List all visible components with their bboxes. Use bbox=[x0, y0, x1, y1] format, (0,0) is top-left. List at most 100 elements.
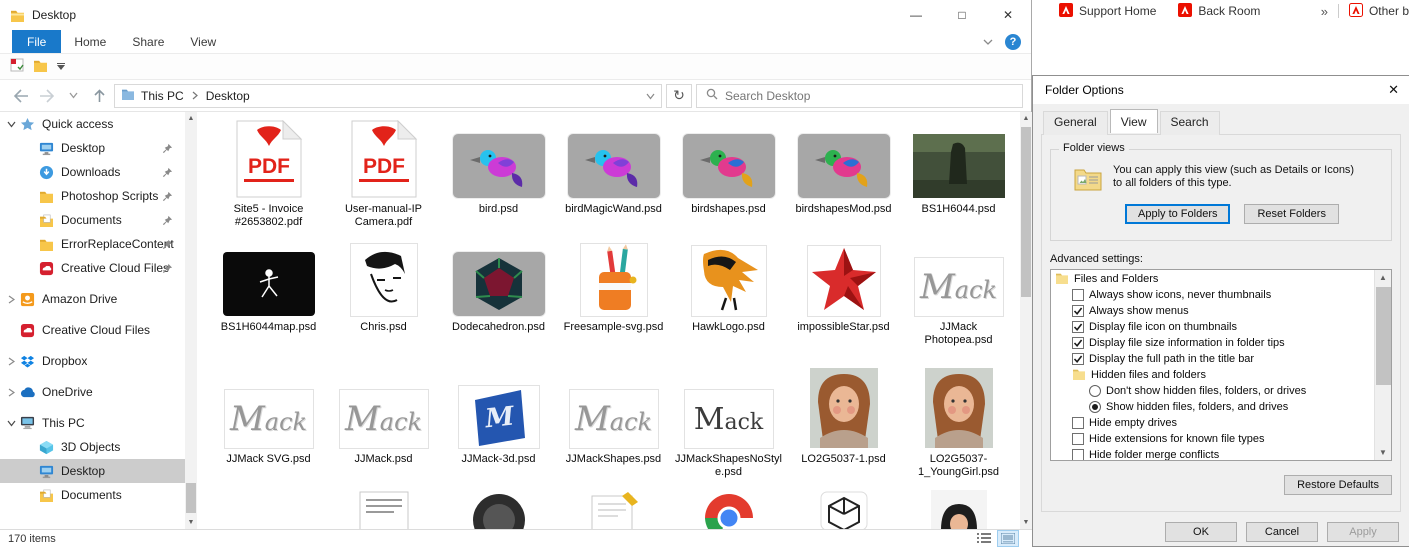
scroll-down-icon[interactable]: ▼ bbox=[1020, 516, 1032, 529]
back-icon[interactable] bbox=[10, 85, 32, 107]
dialog-close-icon[interactable]: ✕ bbox=[1388, 82, 1399, 98]
dialog-title-bar[interactable]: Folder Options ✕ bbox=[1033, 76, 1409, 104]
tree-group-hidden-files-and-folders[interactable]: Hidden files and folders bbox=[1051, 367, 1374, 383]
nav-item-errorreplacecontent[interactable]: ErrorReplaceContent bbox=[0, 232, 185, 256]
nav-item-this-pc[interactable]: This PC bbox=[0, 411, 185, 435]
tab-search[interactable]: Search bbox=[1159, 111, 1220, 135]
nav-item-creative-cloud-files[interactable]: Creative Cloud Files bbox=[0, 318, 185, 342]
file-item-jjmackshapesnostyle-psd[interactable]: Mack JJMackShapesNoStyle.psd bbox=[671, 354, 786, 484]
breadcrumb-desktop[interactable]: Desktop bbox=[206, 89, 250, 103]
file-item-birdshapes-psd[interactable]: birdshapes.psd bbox=[671, 112, 786, 229]
advanced-settings-list[interactable]: Files and Folders Always show icons, neve… bbox=[1050, 269, 1392, 461]
nav-item-photoshop-scripts[interactable]: Photoshop Scripts bbox=[0, 184, 185, 208]
nav-item-amazon-drive[interactable]: Amazon Drive bbox=[0, 287, 185, 311]
file-item-bs1h6044map-psd[interactable]: BS1H6044map.psd bbox=[211, 226, 326, 354]
file-item-birdmagicwand-psd[interactable]: birdMagicWand.psd bbox=[556, 112, 671, 229]
nav-item-quick-access[interactable]: Quick access bbox=[0, 112, 185, 136]
nav-item-downloads[interactable]: Downloads bbox=[0, 160, 185, 184]
file-item-bird-psd[interactable]: bird.psd bbox=[441, 112, 556, 229]
radio-selected[interactable] bbox=[1089, 401, 1101, 413]
file-item-jjmack-psd[interactable]: Mack JJMack.psd bbox=[326, 354, 441, 484]
maximize-button[interactable]: □ bbox=[939, 0, 985, 30]
tree-option-display-file-icon-on-thumbnails[interactable]: Display file icon on thumbnails bbox=[1051, 319, 1374, 335]
file-item-lo2g5037-1-younggirl-psd[interactable]: LO2G5037-1_YoungGirl.psd bbox=[901, 354, 1016, 484]
tab-view[interactable]: View bbox=[177, 30, 229, 53]
checkbox-unchecked[interactable] bbox=[1072, 433, 1084, 445]
bookmark-other-bookmarks[interactable]: Other b bbox=[1348, 2, 1409, 20]
close-button[interactable]: ✕ bbox=[985, 0, 1031, 30]
up-icon[interactable] bbox=[88, 85, 110, 107]
scroll-down-icon[interactable]: ▼ bbox=[185, 516, 197, 529]
help-icon[interactable]: ? bbox=[1005, 34, 1021, 50]
checkbox-checked[interactable] bbox=[1072, 305, 1084, 317]
tab-share[interactable]: Share bbox=[119, 30, 177, 53]
checkbox-checked[interactable] bbox=[1072, 321, 1084, 333]
tree-option-hide-folder-merge-conflicts[interactable]: Hide folder merge conflicts bbox=[1051, 447, 1374, 460]
checkbox-unchecked[interactable] bbox=[1072, 449, 1084, 460]
reset-folders-button[interactable]: Reset Folders bbox=[1244, 204, 1339, 224]
chevron-right-icon[interactable] bbox=[5, 295, 18, 304]
file-item-chris-psd[interactable]: Chris.psd bbox=[326, 226, 441, 354]
radio-unselected[interactable] bbox=[1089, 385, 1101, 397]
tree-option-don-t-show-hidden-files-folders-or-drives[interactable]: Don't show hidden files, folders, or dri… bbox=[1051, 383, 1374, 399]
chevron-down-icon[interactable] bbox=[5, 420, 18, 427]
file-item-bs1h6044-psd[interactable]: BS1H6044.psd bbox=[901, 112, 1016, 229]
address-dropdown-icon[interactable] bbox=[646, 89, 655, 103]
forward-icon[interactable] bbox=[36, 85, 58, 107]
file-item-partial-avatar-icon[interactable] bbox=[901, 484, 1016, 529]
minimize-button[interactable]: — bbox=[893, 0, 939, 30]
file-item-freesample-svg-psd[interactable]: Freesample-svg.psd bbox=[556, 226, 671, 354]
chevron-right-icon[interactable] bbox=[5, 388, 18, 397]
nav-item-desktop[interactable]: Desktop bbox=[0, 136, 185, 160]
nav-item-desktop[interactable]: Desktop bbox=[0, 459, 185, 483]
scroll-down-icon[interactable]: ▼ bbox=[1375, 445, 1392, 460]
files-scrollbar[interactable]: ▲ ▼ bbox=[1020, 112, 1032, 529]
file-item-partial-document-icon[interactable] bbox=[326, 484, 441, 529]
qat-customize-icon[interactable] bbox=[57, 63, 65, 70]
file-item-user-manual-ip-camera-pdf[interactable]: PDF User-manual-IP Camera.pdf bbox=[326, 112, 441, 229]
nav-item-creative-cloud-files[interactable]: Creative Cloud Files bbox=[0, 256, 185, 280]
file-item-jjmackshapes-psd[interactable]: Mack JJMackShapes.psd bbox=[556, 354, 671, 484]
qat-new-folder-icon[interactable] bbox=[33, 59, 48, 75]
tab-file[interactable]: File bbox=[12, 30, 62, 53]
file-item-lo2g5037-1-psd[interactable]: LO2G5037-1.psd bbox=[786, 354, 901, 484]
recent-locations-icon[interactable] bbox=[62, 85, 84, 107]
file-item-dodecahedron-psd[interactable]: Dodecahedron.psd bbox=[441, 226, 556, 354]
checkbox-unchecked[interactable] bbox=[1072, 417, 1084, 429]
file-item-jjmack-3d-psd[interactable]: M JJMack-3d.psd bbox=[441, 354, 556, 484]
file-item-partial-chrome-icon[interactable] bbox=[671, 484, 786, 529]
scroll-up-icon[interactable]: ▲ bbox=[1375, 270, 1392, 285]
apply-to-folders-button[interactable]: Apply to Folders bbox=[1125, 204, 1231, 224]
tree-option-hide-extensions-for-known-file-types[interactable]: Hide extensions for known file types bbox=[1051, 431, 1374, 447]
nav-scrollbar[interactable]: ▲ ▼ bbox=[185, 112, 197, 529]
nav-item-documents[interactable]: Documents bbox=[0, 483, 185, 507]
search-input[interactable]: Search Desktop bbox=[696, 83, 1023, 108]
nav-item-onedrive[interactable]: OneDrive bbox=[0, 380, 185, 404]
file-item-site5-invoice-2653802-pdf[interactable]: PDF Site5 - Invoice #2653802.pdf bbox=[211, 112, 326, 229]
nav-item-3d-objects[interactable]: 3D Objects bbox=[0, 435, 185, 459]
breadcrumb-this-pc[interactable]: This PC bbox=[141, 89, 184, 103]
restore-defaults-button[interactable]: Restore Defaults bbox=[1284, 475, 1392, 495]
tree-option-show-hidden-files-folders-and-drives[interactable]: Show hidden files, folders, and drives bbox=[1051, 399, 1374, 415]
details-view-icon[interactable] bbox=[974, 531, 994, 546]
checkbox-checked[interactable] bbox=[1072, 353, 1084, 365]
thumbnails-view-icon[interactable] bbox=[998, 531, 1018, 546]
chevron-right-icon[interactable] bbox=[5, 357, 18, 366]
tree-option-always-show-icons-never-thumbnails[interactable]: Always show icons, never thumbnails bbox=[1051, 287, 1374, 303]
tree-option-display-file-size-information-in-folder-tips[interactable]: Display file size information in folder … bbox=[1051, 335, 1374, 351]
ok-button[interactable]: OK bbox=[1165, 522, 1237, 542]
ribbon-expand-icon[interactable] bbox=[983, 35, 993, 49]
file-item-hawklogo-psd[interactable]: HawkLogo.psd bbox=[671, 226, 786, 354]
apply-button[interactable]: Apply bbox=[1327, 522, 1399, 542]
tree-group-files-and-folders[interactable]: Files and Folders bbox=[1051, 271, 1374, 287]
tab-home[interactable]: Home bbox=[61, 30, 119, 53]
bookmark-back-room[interactable]: Back Room bbox=[1178, 2, 1260, 20]
address-bar[interactable]: This PC Desktop bbox=[114, 83, 662, 108]
nav-item-dropbox[interactable]: Dropbox bbox=[0, 349, 185, 373]
tree-option-always-show-menus[interactable]: Always show menus bbox=[1051, 303, 1374, 319]
tree-option-display-the-full-path-in-the-title-bar[interactable]: Display the full path in the title bar bbox=[1051, 351, 1374, 367]
file-item-impossiblestar-psd[interactable]: impossibleStar.psd bbox=[786, 226, 901, 354]
file-item-birdshapesmod-psd[interactable]: birdshapesMod.psd bbox=[786, 112, 901, 229]
scroll-up-icon[interactable]: ▲ bbox=[185, 112, 197, 125]
scroll-up-icon[interactable]: ▲ bbox=[1020, 112, 1032, 125]
